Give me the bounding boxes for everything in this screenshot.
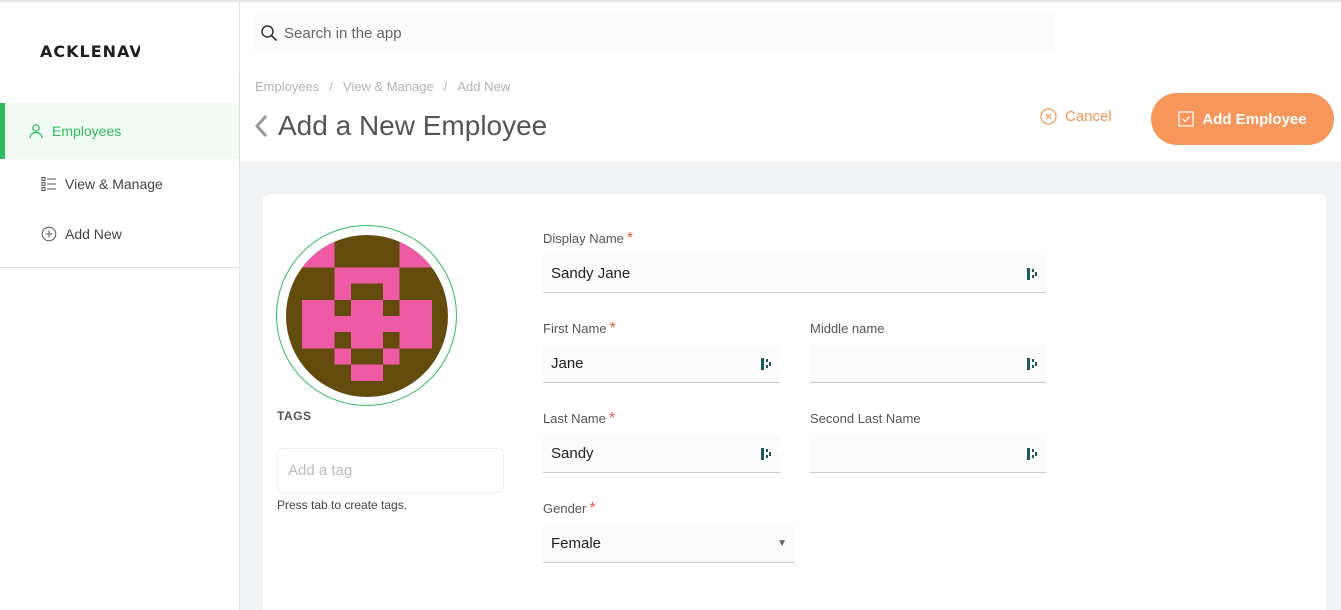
gender-value: Female (551, 535, 602, 552)
second-last-name-label: Second Last Name (810, 411, 921, 426)
cancel-label: Cancel (1065, 108, 1112, 125)
middle-name-input[interactable] (810, 345, 1046, 383)
breadcrumb-add-new: Add New (457, 79, 511, 94)
dropdown-arrow-icon: ▼ (777, 538, 787, 549)
avatar[interactable] (286, 235, 448, 397)
cancel-button[interactable]: Cancel (1040, 108, 1112, 125)
breadcrumb: Employees / View & Manage / Add New (255, 79, 510, 94)
add-employee-label: Add Employee (1202, 110, 1307, 128)
list-icon (41, 176, 57, 192)
sidebar-item-add-new[interactable]: Add New (0, 209, 239, 259)
search-input[interactable] (284, 24, 984, 42)
first-name-value: Jane (551, 355, 584, 372)
keyboard-hint-icon[interactable] (1026, 447, 1038, 461)
gender-label: Gender (543, 501, 587, 516)
required-asterisk: * (589, 500, 596, 517)
first-name-label: First Name (543, 321, 607, 336)
tag-hint: Press tab to create tags. (277, 498, 408, 512)
breadcrumb-separator: / (329, 79, 333, 94)
display-name-value: Sandy Jane (551, 265, 631, 282)
sidebar-nav: Employees View & Manage Add New (0, 103, 239, 268)
top-search-bar (240, 2, 1341, 68)
sidebar-item-label: Add New (65, 226, 122, 242)
user-icon (28, 123, 44, 139)
display-name-input[interactable]: Sandy Jane (543, 255, 1046, 293)
app-logo: ACKLENAVENUE (40, 42, 140, 61)
plus-circle-icon (41, 226, 57, 242)
sidebar-item-employees[interactable]: Employees (0, 103, 239, 159)
sidebar-item-label: View & Manage (65, 176, 163, 192)
sidebar-item-label: Employees (52, 123, 122, 139)
gender-select[interactable]: Female ▼ (543, 525, 795, 563)
cancel-circle-icon (1040, 108, 1057, 125)
sidebar-item-view-manage[interactable]: View & Manage (0, 159, 239, 209)
last-name-field: Last Name * Sandy (543, 410, 780, 473)
middle-name-field: Middle name (810, 320, 1046, 383)
back-chevron-icon[interactable] (254, 113, 270, 139)
first-name-field: First Name * Jane (543, 320, 780, 383)
checkbox-icon (1178, 111, 1195, 127)
last-name-input[interactable]: Sandy (543, 435, 780, 473)
second-last-name-input[interactable] (810, 435, 1046, 473)
breadcrumb-employees[interactable]: Employees (255, 79, 319, 94)
required-asterisk: * (609, 320, 616, 337)
last-name-value: Sandy (551, 445, 594, 462)
tag-input[interactable] (277, 448, 504, 493)
required-asterisk: * (608, 410, 616, 427)
breadcrumb-separator: / (443, 79, 448, 94)
keyboard-hint-icon[interactable] (760, 447, 772, 461)
keyboard-hint-icon[interactable] (760, 357, 772, 371)
add-employee-button[interactable]: Add Employee (1151, 93, 1334, 145)
required-asterisk: * (626, 230, 634, 247)
last-name-label: Last Name (543, 411, 606, 426)
tags-label: TAGS (277, 409, 312, 423)
gender-field: Gender * Female ▼ (543, 500, 795, 563)
avatar-identicon (286, 235, 448, 397)
keyboard-hint-icon[interactable] (1026, 357, 1038, 371)
page-header: Employees / View & Manage / Add New Add a Ne… (240, 68, 1341, 162)
display-name-field: Display Name * Sandy Jane (543, 230, 1046, 293)
sidebar: ACKLENAVENUE Employees View & Manage Add… (0, 2, 240, 610)
second-last-name-field: Second Last Name (810, 410, 1046, 473)
search-box (254, 14, 1054, 52)
search-icon (261, 25, 278, 42)
middle-name-label: Middle name (810, 321, 885, 336)
display-name-label: Display Name (543, 231, 624, 246)
title-row: Add a New Employee (254, 110, 547, 142)
keyboard-hint-icon[interactable] (1026, 267, 1038, 281)
first-name-input[interactable]: Jane (543, 345, 780, 383)
breadcrumb-view-manage[interactable]: View & Manage (343, 79, 434, 94)
page-title: Add a New Employee (278, 110, 548, 141)
